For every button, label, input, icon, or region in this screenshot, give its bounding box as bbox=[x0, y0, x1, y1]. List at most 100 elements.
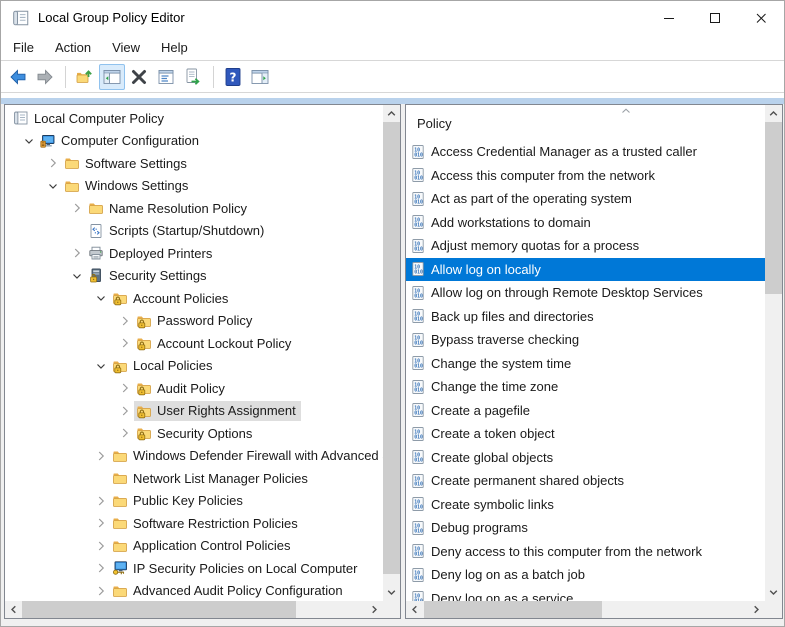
tree-expander-expanded[interactable] bbox=[19, 133, 38, 149]
list-vertical-scrollbar[interactable] bbox=[765, 105, 782, 601]
scroll-up-button[interactable] bbox=[383, 105, 400, 122]
tree-expander-collapsed[interactable] bbox=[67, 200, 86, 216]
toolbar-show-console-tree-button[interactable] bbox=[99, 63, 125, 90]
tree-expander-collapsed[interactable] bbox=[115, 313, 134, 329]
toolbar-show-action-pane-button[interactable] bbox=[247, 64, 273, 90]
policy-item-add-workstations-to-domain[interactable]: Add workstations to domain bbox=[406, 211, 765, 235]
policy-item-change-the-system-time[interactable]: Change the system time bbox=[406, 352, 765, 376]
tree-expander-collapsed[interactable] bbox=[115, 380, 134, 396]
tree-item-account-lockout-policy[interactable]: Account Lockout Policy bbox=[5, 332, 383, 355]
toolbar-forward-button[interactable] bbox=[32, 64, 58, 90]
tree-expander-collapsed[interactable] bbox=[91, 493, 110, 509]
policy-column-header[interactable]: Policy bbox=[406, 105, 765, 140]
policy-item-create-global-objects[interactable]: Create global objects bbox=[406, 446, 765, 470]
tree-item-security-options[interactable]: Security Options bbox=[5, 422, 383, 445]
menu-view[interactable]: View bbox=[112, 40, 140, 55]
tree-item-name-resolution-policy[interactable]: Name Resolution Policy bbox=[5, 197, 383, 220]
scroll-up-button[interactable] bbox=[765, 105, 782, 122]
tree-expander-collapsed[interactable] bbox=[91, 583, 110, 599]
policy-item-create-symbolic-links[interactable]: Create symbolic links bbox=[406, 493, 765, 517]
tree-item-user-rights-assignment[interactable]: User Rights Assignment bbox=[5, 400, 383, 423]
policy-item-change-the-time-zone[interactable]: Change the time zone bbox=[406, 375, 765, 399]
policy-item-allow-log-on-locally[interactable]: Allow log on locally bbox=[406, 257, 765, 281]
close-button[interactable] bbox=[738, 1, 784, 34]
policy-item-act-as-part-of-the-operating-system[interactable]: Act as part of the operating system bbox=[406, 187, 765, 211]
tree-expander-collapsed[interactable] bbox=[115, 425, 134, 441]
toolbar-properties-button[interactable] bbox=[153, 64, 179, 90]
tree-expander-expanded[interactable] bbox=[43, 178, 62, 194]
tree-expander-collapsed[interactable] bbox=[91, 538, 110, 554]
scrollbar-thumb[interactable] bbox=[22, 601, 296, 618]
policy-item-bypass-traverse-checking[interactable]: Bypass traverse checking bbox=[406, 328, 765, 352]
toolbar-help-button[interactable] bbox=[220, 64, 246, 90]
tree-expander-collapsed[interactable] bbox=[91, 515, 110, 531]
menu-help[interactable]: Help bbox=[161, 40, 188, 55]
tree-expander-collapsed[interactable] bbox=[67, 245, 86, 261]
tree-expander-expanded[interactable] bbox=[91, 290, 110, 306]
policy-item-deny-access-to-this-computer-from-the-network[interactable]: Deny access to this computer from the ne… bbox=[406, 540, 765, 564]
tree-item-computer-configuration[interactable]: Computer Configuration bbox=[5, 130, 383, 153]
toolbar-back-button[interactable] bbox=[5, 64, 31, 90]
policy-item-create-a-token-object[interactable]: Create a token object bbox=[406, 422, 765, 446]
list-horizontal-scrollbar[interactable] bbox=[406, 601, 765, 618]
policy-item-adjust-memory-quotas-for-a-process[interactable]: Adjust memory quotas for a process bbox=[406, 234, 765, 258]
tree-item-software-restriction-policies[interactable]: Software Restriction Policies bbox=[5, 512, 383, 535]
policy-item-debug-programs[interactable]: Debug programs bbox=[406, 516, 765, 540]
scroll-left-button[interactable] bbox=[406, 601, 423, 618]
tree-item-public-key-policies[interactable]: Public Key Policies bbox=[5, 490, 383, 513]
tree-item-windows-settings[interactable]: Windows Settings bbox=[5, 175, 383, 198]
tree-item-box: IP Security Policies on Local Computer bbox=[110, 558, 362, 578]
policy-item-allow-log-on-through-remote-desktop-services[interactable]: Allow log on through Remote Desktop Serv… bbox=[406, 281, 765, 305]
tree-expander-expanded[interactable] bbox=[67, 268, 86, 284]
policy-item-access-credential-manager-as-a-trusted-caller[interactable]: Access Credential Manager as a trusted c… bbox=[406, 140, 765, 164]
scrollbar-thumb[interactable] bbox=[383, 122, 400, 574]
scrollbar-thumb[interactable] bbox=[424, 601, 602, 618]
scroll-right-button[interactable] bbox=[748, 601, 765, 618]
menu-file[interactable]: File bbox=[13, 40, 34, 55]
tree-item-password-policy[interactable]: Password Policy bbox=[5, 310, 383, 333]
tree-item-box: Windows Settings bbox=[62, 176, 193, 196]
policy-item-deny-log-on-as-a-service[interactable]: Deny log on as a service bbox=[406, 587, 765, 601]
tree-item-network-list-manager-policies[interactable]: Network List Manager Policies bbox=[5, 467, 383, 490]
scroll-left-button[interactable] bbox=[5, 601, 22, 618]
scroll-down-button[interactable] bbox=[383, 584, 400, 601]
tree-item-ip-security-policies-on-local-computer[interactable]: IP Security Policies on Local Computer bbox=[5, 557, 383, 580]
tree-expander-collapsed[interactable] bbox=[91, 560, 110, 576]
policy-item-back-up-files-and-directories[interactable]: Back up files and directories bbox=[406, 305, 765, 329]
policy-item-create-permanent-shared-objects[interactable]: Create permanent shared objects bbox=[406, 469, 765, 493]
tree-expander-collapsed[interactable] bbox=[91, 448, 110, 464]
app-scroll-icon[interactable] bbox=[12, 9, 30, 27]
tree-item-audit-policy[interactable]: Audit Policy bbox=[5, 377, 383, 400]
tree-item-security-settings[interactable]: Security Settings bbox=[5, 265, 383, 288]
tree-expander-collapsed[interactable] bbox=[115, 403, 134, 419]
maximize-button[interactable] bbox=[692, 1, 738, 34]
policy-item-create-a-pagefile[interactable]: Create a pagefile bbox=[406, 399, 765, 423]
policy-item-deny-log-on-as-a-batch-job[interactable]: Deny log on as a batch job bbox=[406, 563, 765, 587]
tree-expander-collapsed[interactable] bbox=[43, 155, 62, 171]
tree-item-account-policies[interactable]: Account Policies bbox=[5, 287, 383, 310]
tree-horizontal-scrollbar[interactable] bbox=[5, 601, 383, 618]
tree-expander-collapsed[interactable] bbox=[115, 335, 134, 351]
minimize-button[interactable] bbox=[646, 1, 692, 34]
toolbar-delete-button[interactable] bbox=[126, 64, 152, 90]
tree-item-application-control-policies[interactable]: Application Control Policies bbox=[5, 535, 383, 558]
policy-item-access-this-computer-from-the-network[interactable]: Access this computer from the network bbox=[406, 164, 765, 188]
tree-item-advanced-audit-policy-configuration[interactable]: Advanced Audit Policy Configuration bbox=[5, 580, 383, 602]
tree-item-scripts-startup-shutdown[interactable]: Scripts (Startup/Shutdown) bbox=[5, 220, 383, 243]
scroll-right-button[interactable] bbox=[366, 601, 383, 618]
folder-lock-icon bbox=[136, 425, 152, 441]
tree-item-local-policies[interactable]: Local Policies bbox=[5, 355, 383, 378]
scroll-down-button[interactable] bbox=[765, 584, 782, 601]
tree-item-software-settings[interactable]: Software Settings bbox=[5, 152, 383, 175]
tree-item-local-computer-policy[interactable]: Local Computer Policy bbox=[5, 107, 383, 130]
toolbar-export-list-button[interactable] bbox=[180, 64, 206, 90]
menu-action[interactable]: Action bbox=[55, 40, 91, 55]
toolbar-up-one-level-button[interactable] bbox=[72, 64, 98, 90]
tree-expander-expanded[interactable] bbox=[91, 358, 110, 374]
folder-lock-icon bbox=[112, 290, 128, 306]
scrollbar-thumb[interactable] bbox=[765, 122, 782, 294]
tree-vertical-scrollbar[interactable] bbox=[383, 105, 400, 601]
tree-item-windows-defender-firewall-with-advanced-security[interactable]: Windows Defender Firewall with Advanced … bbox=[5, 445, 383, 468]
tree-item-deployed-printers[interactable]: Deployed Printers bbox=[5, 242, 383, 265]
scrollbar-corner bbox=[765, 601, 782, 618]
